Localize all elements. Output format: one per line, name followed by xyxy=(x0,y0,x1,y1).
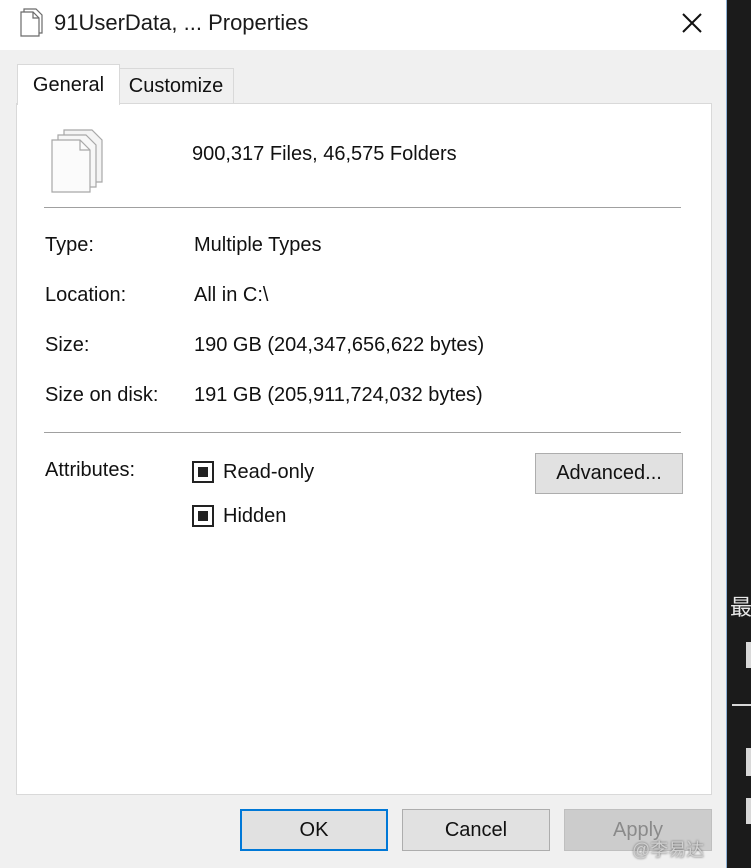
tab-customize[interactable]: Customize xyxy=(118,68,234,104)
type-value: Multiple Types xyxy=(194,234,322,256)
hidden-label[interactable]: Hidden xyxy=(223,505,286,528)
read-only-checkbox[interactable] xyxy=(192,461,214,483)
background-block xyxy=(746,642,751,668)
advanced-button[interactable]: Advanced... xyxy=(535,453,683,494)
background-text: 最 xyxy=(730,595,751,620)
contents-summary: 900,317 Files, 46,575 Folders xyxy=(192,143,457,165)
title-bar: 91UserData, ... Properties xyxy=(0,0,726,50)
desktop-background xyxy=(726,0,751,868)
background-block xyxy=(746,798,751,824)
location-label: Location: xyxy=(45,284,127,306)
close-icon xyxy=(682,13,702,33)
size-on-disk-value: 191 GB (205,911,724,032 bytes) xyxy=(194,384,483,406)
separator xyxy=(44,207,681,208)
background-line xyxy=(732,704,751,706)
tab-general[interactable]: General xyxy=(17,64,120,105)
watermark: @李易达 xyxy=(632,840,705,860)
close-button[interactable] xyxy=(668,0,716,46)
separator xyxy=(44,432,681,433)
type-label: Type: xyxy=(45,234,94,256)
attributes-label: Attributes: xyxy=(45,459,136,481)
cancel-button[interactable]: Cancel xyxy=(402,809,550,851)
size-label: Size: xyxy=(45,334,90,356)
properties-dialog: 91UserData, ... Properties General Custo… xyxy=(0,0,727,868)
location-value: All in C:\ xyxy=(194,284,269,306)
hidden-checkbox[interactable] xyxy=(192,505,214,527)
files-icon xyxy=(20,8,43,37)
size-value: 190 GB (204,347,656,622 bytes) xyxy=(194,334,485,356)
window-title: 91UserData, ... Properties xyxy=(54,10,309,35)
read-only-label[interactable]: Read-only xyxy=(223,461,314,484)
multiple-files-icon xyxy=(51,129,103,193)
size-on-disk-label: Size on disk: xyxy=(45,384,159,406)
background-block xyxy=(746,748,751,776)
ok-button[interactable]: OK xyxy=(240,809,388,851)
